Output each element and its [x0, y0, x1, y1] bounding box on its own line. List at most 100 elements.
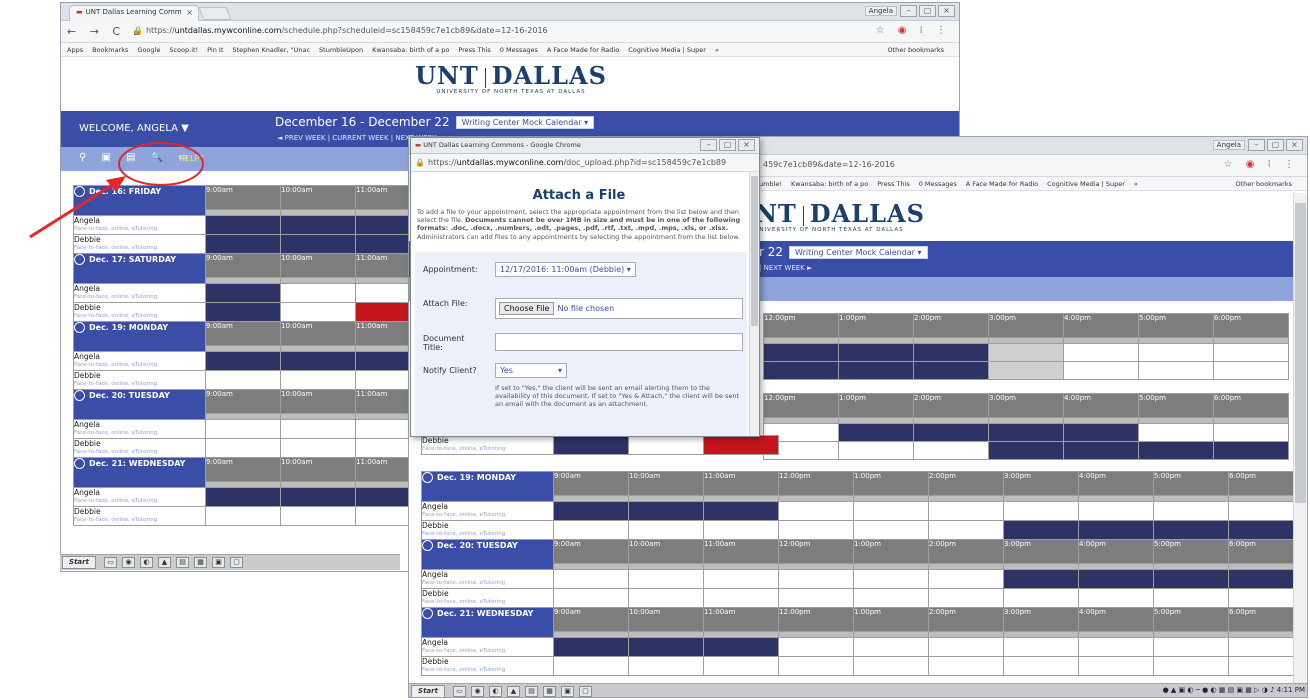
taskbar-app-icon[interactable]: ▭: [104, 557, 117, 568]
appointment-slot[interactable]: [778, 501, 854, 521]
appointment-slot[interactable]: [1138, 361, 1214, 380]
appointment-slot[interactable]: [778, 569, 854, 589]
appointment-slot[interactable]: [1063, 361, 1139, 380]
dialog-url[interactable]: 🔒 https://untdallas.mywconline.com/doc_up…: [415, 158, 726, 167]
taskbar-app-icon[interactable]: ▦: [543, 686, 556, 697]
appointment-slot[interactable]: [628, 569, 704, 589]
appointment-slot[interactable]: [1153, 637, 1229, 657]
taskbar-app-icon[interactable]: ◉: [471, 686, 484, 697]
appointment-slot[interactable]: [703, 569, 779, 589]
appointment-slot[interactable]: [853, 588, 929, 608]
staff-name-cell[interactable]: Debbie Face-to-face, online, eTutoring: [421, 520, 554, 540]
appointment-slot[interactable]: [553, 588, 629, 608]
appointment-slot[interactable]: [703, 501, 779, 521]
taskbar-app-icon[interactable]: ▦: [194, 557, 207, 568]
appointment-slot[interactable]: [928, 637, 1004, 657]
appointment-slot[interactable]: [928, 501, 1004, 521]
appointment-slot[interactable]: [1153, 569, 1229, 589]
appointment-slot[interactable]: [778, 637, 854, 657]
appointment-slot[interactable]: [1078, 637, 1154, 657]
appointment-slot[interactable]: [928, 588, 1004, 608]
file-input[interactable]: Choose File No file chosen: [495, 298, 743, 319]
taskbar-app-icon[interactable]: ▢: [230, 557, 243, 568]
appointment-slot[interactable]: [1003, 637, 1079, 657]
appointment-slot[interactable]: [838, 423, 914, 442]
appointment-slot[interactable]: [553, 569, 629, 589]
staff-name-cell[interactable]: Debbie Face-to-face, online, eTutoring: [421, 588, 554, 608]
appointment-slot[interactable]: [1078, 588, 1154, 608]
appointment-slot[interactable]: [628, 520, 704, 540]
front-url-input[interactable]: 459c7e1cb89&date=12-16-2016: [763, 160, 895, 169]
appointment-slot[interactable]: [1063, 441, 1139, 460]
bookmark-item[interactable]: Press This: [877, 180, 909, 188]
appointment-slot[interactable]: [628, 501, 704, 521]
appointment-slot[interactable]: [1138, 423, 1214, 442]
appointment-slot[interactable]: [1153, 501, 1229, 521]
appointment-slot[interactable]: [1078, 501, 1154, 521]
appointment-slot[interactable]: [763, 361, 839, 380]
appointment-slot[interactable]: [553, 435, 629, 455]
start-button[interactable]: Start: [411, 685, 445, 697]
bookmark-item[interactable]: Cognitive Media | Super: [1047, 180, 1125, 188]
bookmark-item[interactable]: umble!: [759, 180, 782, 188]
appointment-slot[interactable]: [703, 588, 779, 608]
start-button[interactable]: Start: [62, 556, 96, 569]
appointment-slot[interactable]: [853, 656, 929, 676]
appointment-slot[interactable]: [1063, 423, 1139, 442]
bookmarks-overflow[interactable]: »: [1134, 180, 1138, 188]
appointment-slot[interactable]: [1213, 361, 1289, 380]
taskbar-app-icon[interactable]: ▢: [579, 686, 592, 697]
bookmark-item[interactable]: Kwansaba: birth of a po: [791, 180, 868, 188]
appointment-slot[interactable]: [1138, 441, 1214, 460]
appointment-slot[interactable]: [553, 656, 629, 676]
appointment-slot[interactable]: [1003, 501, 1079, 521]
staff-name-cell[interactable]: Angela Face-to-face, online, eTutoring: [421, 637, 554, 657]
appointment-slot[interactable]: [628, 656, 704, 676]
appointment-slot[interactable]: [553, 520, 629, 540]
choose-file-button[interactable]: Choose File: [499, 302, 555, 315]
system-tray[interactable]: ● ▲ ▣ ◐ ─ ● ◐ ▦ ▤ ▣ ▦ ▷ ◑ ♪ 4:11 PM: [1163, 686, 1305, 694]
maximize-icon[interactable]: ▢: [719, 139, 736, 151]
appointment-slot[interactable]: [928, 520, 1004, 540]
appointment-slot[interactable]: [628, 588, 704, 608]
appointment-slot[interactable]: [913, 441, 989, 460]
appointment-slot[interactable]: [778, 520, 854, 540]
appointment-slot[interactable]: [553, 637, 629, 657]
taskbar-app-icon[interactable]: ◐: [489, 686, 502, 697]
appointment-slot[interactable]: [1003, 588, 1079, 608]
appointment-slot[interactable]: [628, 435, 704, 455]
appointment-slot[interactable]: [778, 656, 854, 676]
appointment-slot[interactable]: [853, 501, 929, 521]
appointment-slot[interactable]: [853, 569, 929, 589]
appointment-slot[interactable]: [1003, 569, 1079, 589]
appointment-slot[interactable]: [1153, 656, 1229, 676]
appointment-slot[interactable]: [703, 656, 779, 676]
appointment-slot[interactable]: [628, 637, 704, 657]
bookmark-item[interactable]: A Face Made for Radio: [966, 180, 1038, 188]
appointment-slot[interactable]: [1213, 441, 1289, 460]
appointment-slot[interactable]: [913, 343, 989, 362]
appointment-slot[interactable]: [778, 588, 854, 608]
appointment-slot[interactable]: [913, 361, 989, 380]
appointment-slot[interactable]: [988, 361, 1064, 380]
appointment-slot[interactable]: [1078, 520, 1154, 540]
minimize-icon[interactable]: –: [700, 139, 717, 151]
appointment-slot[interactable]: [703, 435, 779, 455]
taskbar-app-icon[interactable]: ▲: [507, 686, 520, 697]
close-window-icon[interactable]: ×: [738, 139, 755, 151]
appointment-slot[interactable]: [1213, 423, 1289, 442]
taskbar-app-icon[interactable]: ▤: [525, 686, 538, 697]
profile-badge[interactable]: Angela: [1212, 140, 1245, 150]
appointment-slot[interactable]: [1078, 569, 1154, 589]
taskbar-app-icon[interactable]: ▭: [453, 686, 466, 697]
appointment-slot[interactable]: [988, 423, 1064, 442]
appointment-slot[interactable]: [838, 441, 914, 460]
appointment-slot[interactable]: [1003, 656, 1079, 676]
appointment-slot[interactable]: [913, 423, 989, 442]
maximize-icon[interactable]: ▢: [1267, 139, 1284, 151]
appointment-slot[interactable]: [1153, 520, 1229, 540]
staff-name-cell[interactable]: Angela Face-to-face, online, eTutoring: [421, 569, 554, 589]
calendar-select[interactable]: Writing Center Mock Calendar ▾: [789, 246, 928, 259]
appointment-slot[interactable]: [1063, 343, 1139, 362]
document-title-input[interactable]: [495, 333, 743, 351]
